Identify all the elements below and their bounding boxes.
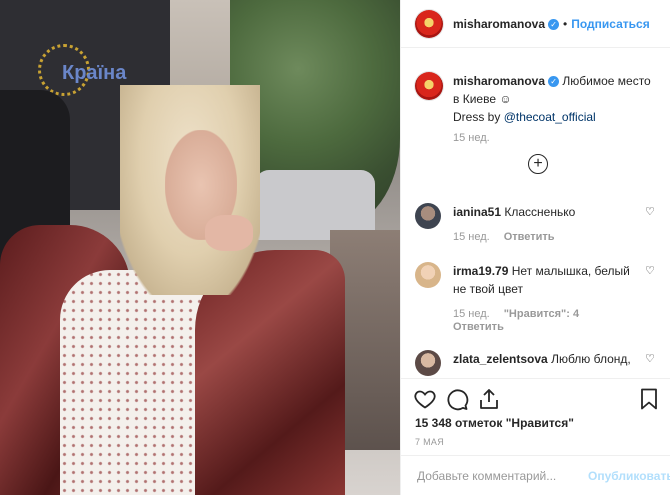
publish-button[interactable]: Опубликовать xyxy=(588,469,670,483)
comment-2: irma19.79 Нет малышка, белый не твой цве… xyxy=(453,262,643,298)
store-sign-text: Країна xyxy=(62,62,127,84)
caption-mention-link[interactable]: @thecoat_official xyxy=(504,110,596,124)
separator-dot: • xyxy=(563,17,568,31)
plus-circle-icon[interactable]: + xyxy=(528,154,548,174)
avatar[interactable] xyxy=(415,10,443,38)
bookmark-icon[interactable] xyxy=(637,387,661,411)
comment-like-heart-icon[interactable]: ♡ xyxy=(645,352,655,365)
share-icon[interactable] xyxy=(477,387,501,411)
comment-1: ianina51 Классненько xyxy=(453,203,643,221)
comment-time[interactable]: 15 нед. xyxy=(453,231,490,243)
comment-time[interactable]: 15 нед. xyxy=(453,308,490,320)
action-bar: 15 348 отметок "Нравится" 7 МАЯ Опублико… xyxy=(401,378,670,496)
comment-input[interactable] xyxy=(415,468,589,484)
heart-icon[interactable] xyxy=(413,387,437,411)
store-sign: Країна xyxy=(38,42,128,96)
comment-icon[interactable] xyxy=(445,387,469,411)
post-sidebar: misharomanova ✓ • Подписаться misharomanova… xyxy=(400,0,670,495)
comments-list[interactable]: misharomanova ✓ Любимое место в Киеве ☺ D… xyxy=(401,48,670,378)
comment-avatar[interactable] xyxy=(415,262,441,288)
caption: misharomanova ✓ Любимое место в Киеве ☺ D… xyxy=(453,72,658,126)
caption-time[interactable]: 15 нед. xyxy=(453,132,490,144)
comment-like-heart-icon[interactable]: ♡ xyxy=(645,205,655,218)
comment-form: Опубликовать xyxy=(401,455,670,497)
verified-badge-icon: ✓ xyxy=(548,76,560,88)
comment-username[interactable]: irma19.79 xyxy=(453,264,508,278)
instagram-post: Країна misharomanova ✓ • Подписаться mishar… xyxy=(0,0,670,495)
comment-username[interactable]: ianina51 xyxy=(453,205,501,219)
verified-badge-icon: ✓ xyxy=(548,19,560,31)
comment-likes-count[interactable]: "Нравится": 4 xyxy=(504,308,579,320)
comment-text: Люблю блонд, xyxy=(551,352,631,366)
reply-button[interactable]: Ответить xyxy=(453,321,504,333)
header-username[interactable]: misharomanova xyxy=(453,17,545,31)
comment-avatar[interactable] xyxy=(415,350,441,376)
comment-meta-reply: Ответить xyxy=(453,321,504,333)
caption-avatar[interactable] xyxy=(415,72,443,100)
comment-username[interactable]: zlata_zelentsova xyxy=(453,352,548,366)
comment-text: Классненько xyxy=(504,205,576,219)
hand xyxy=(205,215,253,251)
likes-count[interactable]: 15 348 отметок "Нравится" xyxy=(415,416,574,430)
comment-avatar[interactable] xyxy=(415,203,441,229)
reply-button[interactable]: Ответить xyxy=(504,231,555,243)
header-user-line: misharomanova ✓ • Подписаться xyxy=(453,17,650,31)
caption-username[interactable]: misharomanova xyxy=(453,74,545,88)
caption-dress-prefix: Dress by xyxy=(453,110,504,124)
comment-meta: 15 нед. Ответить xyxy=(453,231,555,243)
follow-button[interactable]: Подписаться xyxy=(571,17,649,31)
comment-meta: 15 нед. "Нравится": 4 xyxy=(453,308,579,320)
comment-like-heart-icon[interactable]: ♡ xyxy=(645,264,655,277)
post-header: misharomanova ✓ • Подписаться xyxy=(401,0,670,48)
comment-3: zlata_zelentsova Люблю блонд, xyxy=(453,350,643,368)
post-photo[interactable]: Країна xyxy=(0,0,400,495)
post-date[interactable]: 7 МАЯ xyxy=(415,437,444,447)
